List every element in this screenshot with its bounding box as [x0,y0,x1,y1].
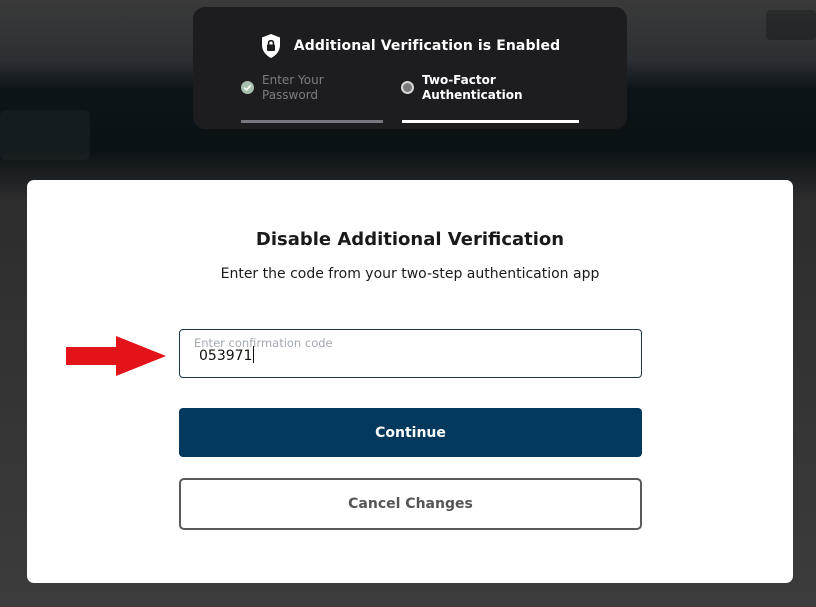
background-panel [766,10,816,40]
input-value: 053971 [199,346,255,364]
text-caret [253,346,255,363]
step-active-indicator [401,81,414,94]
shield-lock-icon [261,34,280,58]
step-label: Enter Your Password [262,73,324,102]
code-text: 053971 [199,348,253,364]
step-complete-indicator [241,81,254,94]
step-progress-bar [402,120,579,123]
disable-verification-dialog: Disable Additional Verification Enter th… [27,180,793,583]
red-arrow-icon [66,336,166,376]
step-label: Two-Factor Authentication [422,73,523,102]
step-two-factor: Two-Factor Authentication [401,73,542,103]
background-panel [0,110,90,160]
verification-stepper: Additional Verification is Enabled Enter… [193,7,627,129]
dialog-subtitle: Enter the code from your two-step authen… [220,266,600,282]
continue-button[interactable]: Continue [179,408,642,457]
confirmation-code-input[interactable]: Enter confirmation code 053971 [179,329,642,378]
step-enter-password: Enter Your Password [241,73,382,103]
stepper-header: Additional Verification is Enabled [193,33,627,59]
dialog-title: Disable Additional Verification [255,229,565,250]
step-progress-bar [241,120,383,123]
check-icon [243,84,252,91]
stepper-title: Additional Verification is Enabled [293,38,561,54]
cancel-changes-button[interactable]: Cancel Changes [179,478,642,530]
